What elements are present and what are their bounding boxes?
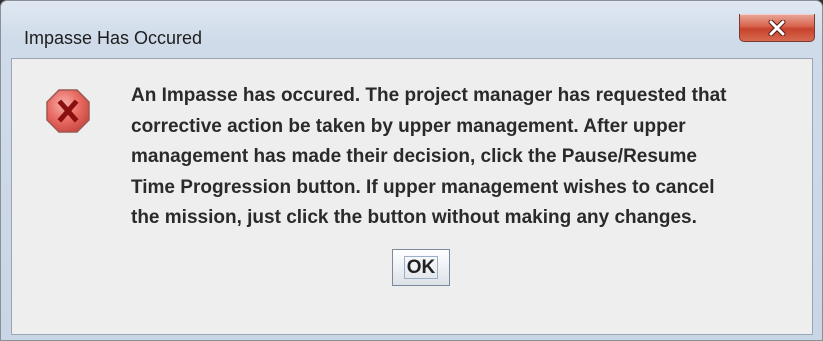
- message-line: corrective action be taken by upper mana…: [131, 115, 686, 137]
- message-line: management has made their decision, clic…: [131, 146, 697, 168]
- dialog-window: Impasse Has Occured An Impasse has occur…: [0, 0, 823, 341]
- close-button[interactable]: [739, 14, 815, 42]
- ok-button-label: OK: [404, 256, 438, 279]
- message-line: the mission, just click the button witho…: [131, 207, 697, 229]
- window-title: Impasse Has Occured: [24, 28, 203, 48]
- error-icon: [45, 88, 91, 134]
- title-bar[interactable]: Impasse Has Occured: [1, 1, 822, 57]
- close-x-icon: [740, 14, 814, 41]
- dialog-message: An Impasse has occured. The project mana…: [131, 81, 811, 234]
- message-line: Time Progression button. If upper manage…: [131, 176, 715, 198]
- dialog-content: An Impasse has occured. The project mana…: [11, 58, 813, 335]
- ok-button[interactable]: OK: [392, 249, 450, 286]
- message-line: An Impasse has occured. The project mana…: [131, 85, 727, 106]
